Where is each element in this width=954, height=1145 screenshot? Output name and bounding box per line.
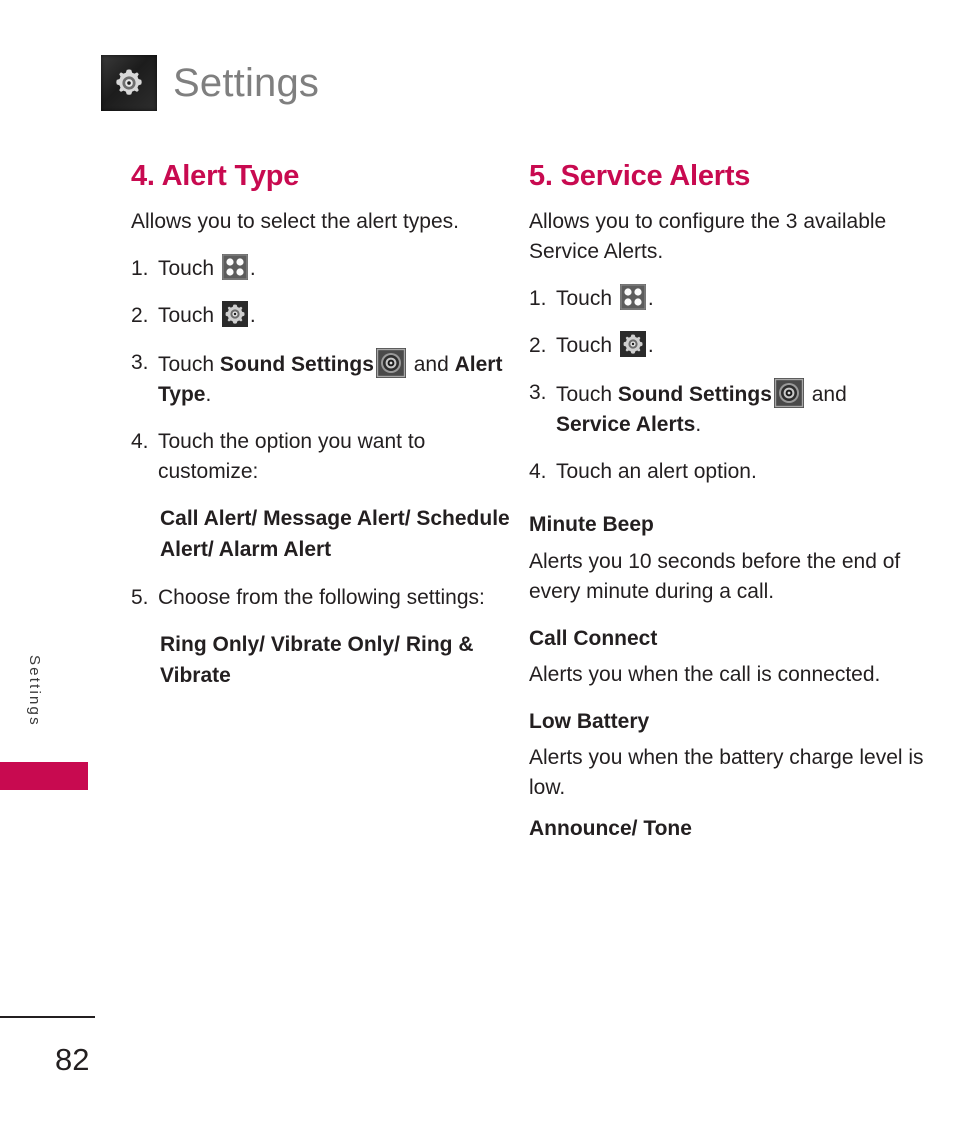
grid-menu-icon[interactable] [221, 254, 248, 281]
step-number: 3. [529, 381, 547, 405]
step-text-before: Touch [556, 334, 618, 358]
step-text: Touch an alert option. [556, 460, 757, 484]
step-text-after: . [249, 304, 256, 328]
section-title-service-alerts: 5. Service Alerts [529, 160, 751, 192]
step-text-before: Touch [158, 257, 220, 281]
intro-text-alert-type: Allows you to select the alert types. [131, 210, 459, 234]
step-text-after: . [249, 257, 256, 281]
step-text: Touch Sound Settings and Alert Type. [158, 348, 526, 410]
content-columns: 4. Alert Type Allows you to select the a… [0, 160, 954, 851]
step-text: Touch . [556, 331, 924, 361]
page-number: 82 [55, 1042, 90, 1077]
step-item: 2. Touch . [529, 331, 924, 361]
step-text-end: . [695, 413, 702, 437]
alert-heading-minute-beep: Minute Beep [529, 513, 654, 537]
step-item: 3. Touch Sound Settings and Alert Type. [131, 348, 526, 410]
alert-options-announce-tone: Announce/ Tone [529, 817, 692, 841]
alert-description-minute-beep: Alerts you 10 seconds before the end of … [529, 549, 901, 603]
step-text-end: . [205, 383, 212, 407]
step-number: 1. [529, 287, 547, 311]
section-title-alert-type: 4. Alert Type [131, 160, 300, 192]
gear-icon[interactable] [619, 331, 646, 358]
step-text-after: . [647, 287, 654, 311]
grid-menu-icon[interactable] [619, 284, 646, 311]
step-text: Touch . [158, 301, 526, 331]
step-item: 4. Touch the option you want to customiz… [131, 427, 526, 487]
step-number: 4. [529, 460, 547, 484]
gear-icon [101, 55, 157, 111]
alert-heading-low-battery: Low Battery [529, 710, 650, 734]
speaker-sound-icon[interactable] [773, 378, 804, 409]
speaker-sound-icon[interactable] [375, 348, 406, 379]
intro-text-service-alerts: Allows you to configure the 3 available … [529, 210, 887, 264]
alert-description-call-connect: Alerts you when the call is connected. [529, 663, 881, 687]
step-text-before: Touch [158, 353, 220, 377]
step-text: Touch Sound Settings and Service Alerts. [556, 378, 924, 440]
step-item: 5. Choose from the following settings: [131, 583, 526, 613]
step-text: Touch . [158, 254, 526, 284]
step-bold-term: Sound Settings [219, 353, 374, 377]
footer-divider [0, 1016, 95, 1018]
step-text-after: and [805, 383, 847, 407]
step-text: Touch the option you want to customize: [158, 430, 426, 484]
options-list-ring-settings: Ring Only/ Vibrate Only/ Ring & Vibrate [160, 633, 474, 687]
step-number: 5. [131, 586, 149, 610]
step-number: 2. [529, 334, 547, 358]
step-number: 2. [131, 304, 149, 328]
options-list-alert-types: Call Alert/ Message Alert/ Schedule Aler… [160, 507, 510, 561]
step-item: 3. Touch Sound Settings and Service Aler… [529, 378, 924, 440]
step-number: 4. [131, 430, 149, 454]
step-item: 1. Touch . [131, 254, 526, 284]
step-item: 4. Touch an alert option. [529, 457, 924, 487]
alert-heading-call-connect: Call Connect [529, 626, 658, 650]
step-number: 1. [131, 257, 149, 281]
step-text-before: Touch [556, 383, 618, 407]
alert-description-low-battery: Alerts you when the battery charge level… [529, 746, 924, 800]
gear-icon[interactable] [221, 301, 248, 328]
step-item: 2. Touch . [131, 301, 526, 331]
step-number: 3. [131, 351, 149, 375]
left-column: 4. Alert Type Allows you to select the a… [131, 160, 526, 851]
step-text: Touch . [556, 284, 924, 314]
step-text-after: . [647, 334, 654, 358]
right-column: 5. Service Alerts Allows you to configur… [529, 160, 924, 851]
step-bold-term-2: Service Alerts [556, 413, 696, 437]
step-text: Choose from the following settings: [158, 586, 485, 610]
page-title: Settings [173, 61, 320, 105]
step-bold-term: Sound Settings [617, 383, 772, 407]
step-text-after: and [407, 353, 455, 377]
step-text-before: Touch [556, 287, 618, 311]
step-text-before: Touch [158, 304, 220, 328]
step-item: 1. Touch . [529, 284, 924, 314]
page-header: Settings [101, 55, 319, 111]
